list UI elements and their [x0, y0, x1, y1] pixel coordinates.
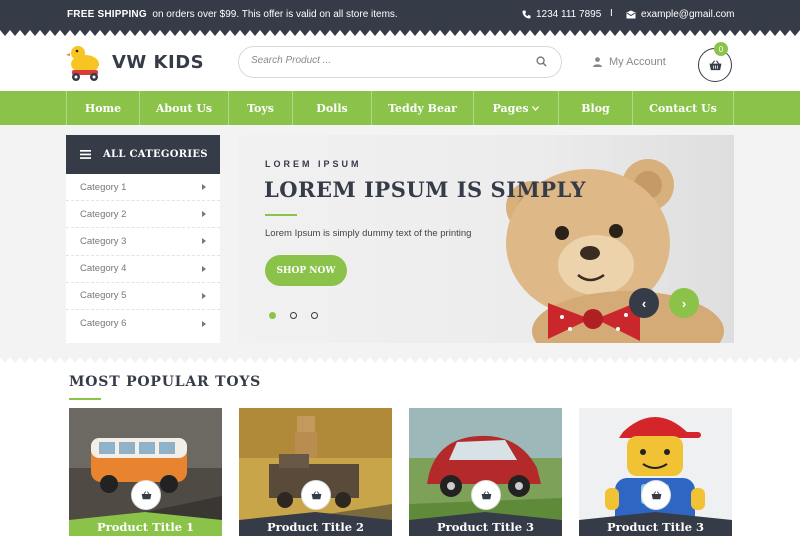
headline-underline: [265, 214, 297, 216]
nav-item-toys[interactable]: Toys: [229, 91, 293, 125]
nav-label: Dolls: [316, 101, 348, 115]
shipping-text: on orders over $99. This offer is valid …: [152, 9, 398, 20]
chevron-left-icon: ‹: [641, 295, 647, 311]
category-item[interactable]: Category 6: [66, 310, 220, 337]
top-bar: FREE SHIPPING on orders over $99. This o…: [0, 0, 800, 30]
nav-label: Toys: [247, 101, 274, 115]
basket-icon: [141, 490, 151, 499]
logo-text: VW KIDS: [112, 51, 205, 73]
search-icon[interactable]: [536, 56, 547, 67]
category-label: Category 5: [80, 290, 127, 302]
add-to-cart-button[interactable]: [641, 480, 671, 510]
product-title[interactable]: Product Title 3: [409, 520, 562, 534]
slider-headline: LOREM IPSUM IS SIMPLY: [264, 177, 586, 202]
product-card[interactable]: Product Title 3: [579, 408, 732, 536]
divider: I: [610, 8, 613, 19]
nav-label: Blog: [581, 101, 610, 115]
zigzag-border: [0, 30, 800, 36]
phone-number: 1234 111 7895: [536, 9, 602, 20]
nav-item-teddy-bear[interactable]: Teddy Bear: [372, 91, 474, 125]
category-item[interactable]: Category 4: [66, 256, 220, 283]
caret-right-icon: [202, 238, 206, 245]
zigzag-border: [0, 357, 800, 363]
category-item[interactable]: Category 3: [66, 228, 220, 256]
section-underline: [69, 398, 101, 400]
product-card[interactable]: Product Title 1: [69, 408, 222, 536]
user-icon: [593, 57, 602, 67]
nav-label: Pages: [492, 101, 529, 115]
product-title[interactable]: Product Title 1: [69, 520, 222, 534]
nav-label: Contact Us: [649, 101, 717, 115]
caret-right-icon: [202, 211, 206, 218]
add-to-cart-button[interactable]: [301, 480, 331, 510]
caret-right-icon: [202, 265, 206, 272]
email-contact[interactable]: example@gmail.com: [626, 9, 735, 20]
category-label: Category 6: [80, 318, 127, 330]
add-to-cart-button[interactable]: [471, 480, 501, 510]
envelope-icon: [626, 10, 636, 19]
site-logo[interactable]: VW KIDS: [66, 42, 204, 82]
product-card[interactable]: Product Title 2: [239, 408, 392, 536]
product-title[interactable]: Product Title 3: [579, 520, 732, 534]
shop-now-button[interactable]: SHOP NOW: [265, 255, 347, 286]
categories-heading: ALL CATEGORIES: [103, 149, 208, 160]
add-to-cart-button[interactable]: [131, 480, 161, 510]
categories-header[interactable]: ALL CATEGORIES: [66, 135, 220, 174]
my-account-link[interactable]: My Account: [593, 56, 666, 68]
email-address: example@gmail.com: [641, 9, 735, 20]
hamburger-icon: [80, 150, 91, 159]
basket-icon: [709, 59, 721, 70]
basket-icon: [481, 490, 491, 499]
account-label: My Account: [609, 56, 666, 68]
slider-prev-button[interactable]: ‹: [629, 288, 659, 318]
category-label: Category 2: [80, 208, 127, 220]
category-item[interactable]: Category 2: [66, 201, 220, 229]
slider-dot[interactable]: [290, 312, 297, 319]
phone-contact[interactable]: 1234 111 7895: [522, 9, 601, 20]
nav-label: Teddy Bear: [388, 101, 457, 115]
slider-description: Lorem Ipsum is simply dummy text of the …: [265, 228, 472, 239]
nav-label: Home: [84, 101, 122, 115]
slider-next-button[interactable]: ›: [669, 288, 699, 318]
slider-dot[interactable]: [269, 312, 276, 319]
nav-item-contact-us[interactable]: Contact Us: [633, 91, 734, 125]
search-bar[interactable]: [238, 46, 562, 78]
product-title[interactable]: Product Title 2: [239, 520, 392, 534]
chevron-right-icon: ›: [681, 295, 687, 311]
phone-icon: [522, 10, 531, 19]
categories-menu: ALL CATEGORIES Category 1 Category 2 Cat…: [66, 135, 220, 343]
basket-icon: [651, 490, 661, 499]
nav-item-pages[interactable]: Pages: [474, 91, 559, 125]
category-label: Category 3: [80, 235, 127, 247]
duck-toy-icon: [66, 46, 99, 81]
shipping-highlight: FREE SHIPPING: [67, 9, 147, 20]
main-nav: Home About Us Toys Dolls Teddy Bear Page…: [0, 91, 800, 125]
category-item[interactable]: Category 5: [66, 283, 220, 310]
slider-dot[interactable]: [311, 312, 318, 319]
chevron-down-icon: [532, 105, 540, 111]
nav-item-blog[interactable]: Blog: [559, 91, 633, 125]
slider-dots: [269, 312, 318, 319]
cart-count-badge: 0: [714, 42, 728, 56]
basket-icon: [311, 490, 321, 499]
cart-button[interactable]: 0: [698, 42, 732, 82]
caret-right-icon: [202, 320, 206, 327]
nav-item-home[interactable]: Home: [66, 91, 140, 125]
section-title: MOST POPULAR TOYS: [69, 374, 262, 390]
nav-item-dolls[interactable]: Dolls: [293, 91, 372, 125]
shipping-notice: FREE SHIPPING on orders over $99. This o…: [67, 9, 398, 20]
category-label: Category 1: [80, 181, 127, 193]
nav-item-about-us[interactable]: About Us: [140, 91, 229, 125]
hero-slider: LOREM IPSUM LOREM IPSUM IS SIMPLY Lorem …: [238, 135, 734, 343]
caret-right-icon: [202, 292, 206, 299]
slider-kicker: LOREM IPSUM: [265, 159, 362, 169]
category-label: Category 4: [80, 263, 127, 275]
search-input[interactable]: [251, 55, 521, 66]
nav-label: About Us: [155, 101, 213, 115]
caret-right-icon: [202, 184, 206, 191]
category-item[interactable]: Category 1: [66, 174, 220, 202]
product-card[interactable]: Product Title 3: [409, 408, 562, 536]
